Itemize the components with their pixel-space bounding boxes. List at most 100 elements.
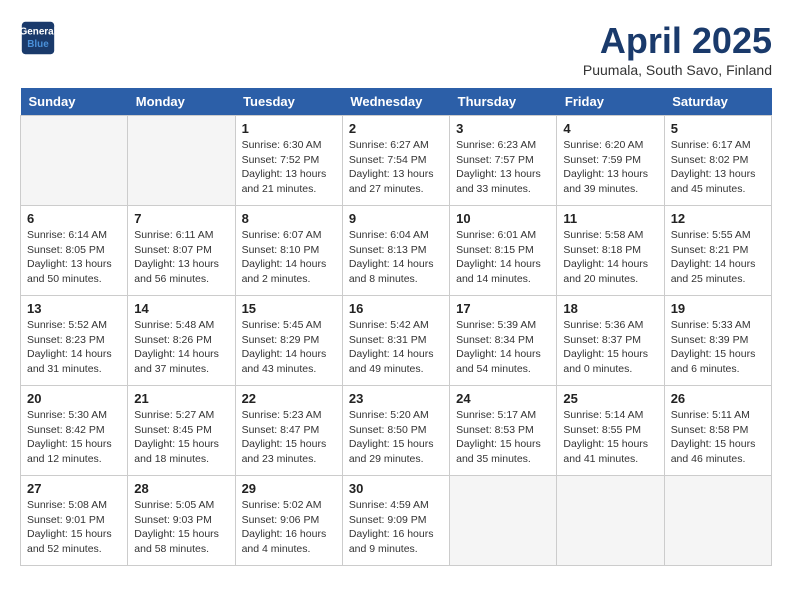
day-info: Sunrise: 5:45 AM Sunset: 8:29 PM Dayligh…	[242, 318, 336, 377]
calendar-cell: 21 Sunrise: 5:27 AM Sunset: 8:45 PM Dayli…	[128, 386, 235, 476]
day-number: 3	[456, 121, 550, 136]
day-number: 30	[349, 481, 443, 496]
day-number: 8	[242, 211, 336, 226]
week-row-1: 1 Sunrise: 6:30 AM Sunset: 7:52 PM Daylig…	[21, 116, 772, 206]
day-info: Sunrise: 5:02 AM Sunset: 9:06 PM Dayligh…	[242, 498, 336, 557]
day-info: Sunrise: 5:52 AM Sunset: 8:23 PM Dayligh…	[27, 318, 121, 377]
calendar-cell: 1 Sunrise: 6:30 AM Sunset: 7:52 PM Daylig…	[235, 116, 342, 206]
day-info: Sunrise: 5:36 AM Sunset: 8:37 PM Dayligh…	[563, 318, 657, 377]
day-number: 13	[27, 301, 121, 316]
calendar-cell	[664, 476, 771, 566]
calendar-cell: 6Sunrise: 6:14 AM Sunset: 8:05 PM Daylig…	[21, 206, 128, 296]
calendar-cell: 12Sunrise: 5:55 AM Sunset: 8:21 PM Dayli…	[664, 206, 771, 296]
calendar-cell: 25 Sunrise: 5:14 AM Sunset: 8:55 PM Dayli…	[557, 386, 664, 476]
day-info: Sunrise: 5:11 AM Sunset: 8:58 PM Dayligh…	[671, 408, 765, 467]
day-info: Sunrise: 5:30 AM Sunset: 8:42 PM Dayligh…	[27, 408, 121, 467]
day-info: Sunrise: 5:33 AM Sunset: 8:39 PM Dayligh…	[671, 318, 765, 377]
day-number: 29	[242, 481, 336, 496]
week-row-5: 27 Sunrise: 5:08 AM Sunset: 9:01 PM Dayli…	[21, 476, 772, 566]
calendar-cell	[450, 476, 557, 566]
calendar-cell: 9 Sunrise: 6:04 AM Sunset: 8:13 PM Daylig…	[342, 206, 449, 296]
svg-text:Blue: Blue	[27, 39, 49, 50]
calendar-cell: 29 Sunrise: 5:02 AM Sunset: 9:06 PM Dayli…	[235, 476, 342, 566]
day-info: Sunrise: 6:07 AM Sunset: 8:10 PM Dayligh…	[242, 228, 336, 287]
calendar-cell: 26 Sunrise: 5:11 AM Sunset: 8:58 PM Dayli…	[664, 386, 771, 476]
day-number: 17	[456, 301, 550, 316]
calendar-cell	[557, 476, 664, 566]
day-info: Sunrise: 6:04 AM Sunset: 8:13 PM Dayligh…	[349, 228, 443, 287]
calendar-cell: 14 Sunrise: 5:48 AM Sunset: 8:26 PM Dayli…	[128, 296, 235, 386]
day-number: 28	[134, 481, 228, 496]
week-row-4: 20Sunrise: 5:30 AM Sunset: 8:42 PM Dayli…	[21, 386, 772, 476]
day-info: Sunrise: 5:48 AM Sunset: 8:26 PM Dayligh…	[134, 318, 228, 377]
day-number: 18	[563, 301, 657, 316]
week-row-3: 13 Sunrise: 5:52 AM Sunset: 8:23 PM Dayli…	[21, 296, 772, 386]
day-info: Sunrise: 5:55 AM Sunset: 8:21 PM Dayligh…	[671, 228, 765, 287]
day-info: Sunrise: 6:23 AM Sunset: 7:57 PM Dayligh…	[456, 138, 550, 197]
calendar-cell: 28 Sunrise: 5:05 AM Sunset: 9:03 PM Dayli…	[128, 476, 235, 566]
weekday-thursday: Thursday	[450, 88, 557, 116]
calendar-cell: 27 Sunrise: 5:08 AM Sunset: 9:01 PM Dayli…	[21, 476, 128, 566]
day-info: Sunrise: 5:58 AM Sunset: 8:18 PM Dayligh…	[563, 228, 657, 287]
day-number: 27	[27, 481, 121, 496]
day-number: 2	[349, 121, 443, 136]
day-number: 7	[134, 211, 228, 226]
calendar-cell: 18 Sunrise: 5:36 AM Sunset: 8:37 PM Dayli…	[557, 296, 664, 386]
calendar-cell: 15 Sunrise: 5:45 AM Sunset: 8:29 PM Dayli…	[235, 296, 342, 386]
calendar-body: 1 Sunrise: 6:30 AM Sunset: 7:52 PM Daylig…	[21, 116, 772, 566]
calendar-cell: 5Sunrise: 6:17 AM Sunset: 8:02 PM Daylig…	[664, 116, 771, 206]
svg-text:General: General	[20, 26, 56, 37]
day-info: Sunrise: 5:14 AM Sunset: 8:55 PM Dayligh…	[563, 408, 657, 467]
calendar-cell: 24 Sunrise: 5:17 AM Sunset: 8:53 PM Dayli…	[450, 386, 557, 476]
day-number: 4	[563, 121, 657, 136]
day-number: 25	[563, 391, 657, 406]
day-info: Sunrise: 5:17 AM Sunset: 8:53 PM Dayligh…	[456, 408, 550, 467]
day-info: Sunrise: 6:20 AM Sunset: 7:59 PM Dayligh…	[563, 138, 657, 197]
weekday-sunday: Sunday	[21, 88, 128, 116]
title-area: April 2025 Puumala, South Savo, Finland	[583, 20, 772, 78]
calendar-cell: 7Sunrise: 6:11 AM Sunset: 8:07 PM Daylig…	[128, 206, 235, 296]
calendar-cell: 4 Sunrise: 6:20 AM Sunset: 7:59 PM Daylig…	[557, 116, 664, 206]
calendar-cell: 20Sunrise: 5:30 AM Sunset: 8:42 PM Dayli…	[21, 386, 128, 476]
day-info: Sunrise: 4:59 AM Sunset: 9:09 PM Dayligh…	[349, 498, 443, 557]
calendar-title: April 2025	[583, 20, 772, 62]
calendar-cell: 22Sunrise: 5:23 AM Sunset: 8:47 PM Dayli…	[235, 386, 342, 476]
logo-icon: General Blue	[20, 20, 56, 56]
calendar-cell	[21, 116, 128, 206]
calendar-cell: 17 Sunrise: 5:39 AM Sunset: 8:34 PM Dayli…	[450, 296, 557, 386]
day-info: Sunrise: 6:17 AM Sunset: 8:02 PM Dayligh…	[671, 138, 765, 197]
day-number: 16	[349, 301, 443, 316]
day-number: 14	[134, 301, 228, 316]
calendar-cell: 11Sunrise: 5:58 AM Sunset: 8:18 PM Dayli…	[557, 206, 664, 296]
day-info: Sunrise: 5:39 AM Sunset: 8:34 PM Dayligh…	[456, 318, 550, 377]
day-info: Sunrise: 5:05 AM Sunset: 9:03 PM Dayligh…	[134, 498, 228, 557]
calendar-cell	[128, 116, 235, 206]
day-number: 15	[242, 301, 336, 316]
day-number: 21	[134, 391, 228, 406]
weekday-header: SundayMondayTuesdayWednesdayThursdayFrid…	[21, 88, 772, 116]
day-number: 1	[242, 121, 336, 136]
calendar-cell: 2 Sunrise: 6:27 AM Sunset: 7:54 PM Daylig…	[342, 116, 449, 206]
calendar-cell: 23Sunrise: 5:20 AM Sunset: 8:50 PM Dayli…	[342, 386, 449, 476]
day-number: 23	[349, 391, 443, 406]
calendar-cell: 19Sunrise: 5:33 AM Sunset: 8:39 PM Dayli…	[664, 296, 771, 386]
day-number: 9	[349, 211, 443, 226]
weekday-friday: Friday	[557, 88, 664, 116]
day-number: 26	[671, 391, 765, 406]
day-number: 24	[456, 391, 550, 406]
day-info: Sunrise: 6:01 AM Sunset: 8:15 PM Dayligh…	[456, 228, 550, 287]
weekday-monday: Monday	[128, 88, 235, 116]
calendar-table: SundayMondayTuesdayWednesdayThursdayFrid…	[20, 88, 772, 566]
calendar-cell: 30 Sunrise: 4:59 AM Sunset: 9:09 PM Dayli…	[342, 476, 449, 566]
day-info: Sunrise: 5:08 AM Sunset: 9:01 PM Dayligh…	[27, 498, 121, 557]
day-info: Sunrise: 6:27 AM Sunset: 7:54 PM Dayligh…	[349, 138, 443, 197]
logo: General Blue	[20, 20, 60, 56]
calendar-cell: 16Sunrise: 5:42 AM Sunset: 8:31 PM Dayli…	[342, 296, 449, 386]
day-info: Sunrise: 5:27 AM Sunset: 8:45 PM Dayligh…	[134, 408, 228, 467]
header: General Blue April 2025 Puumala, South S…	[20, 20, 772, 78]
weekday-tuesday: Tuesday	[235, 88, 342, 116]
weekday-wednesday: Wednesday	[342, 88, 449, 116]
calendar-cell: 8 Sunrise: 6:07 AM Sunset: 8:10 PM Daylig…	[235, 206, 342, 296]
day-number: 10	[456, 211, 550, 226]
day-info: Sunrise: 6:30 AM Sunset: 7:52 PM Dayligh…	[242, 138, 336, 197]
